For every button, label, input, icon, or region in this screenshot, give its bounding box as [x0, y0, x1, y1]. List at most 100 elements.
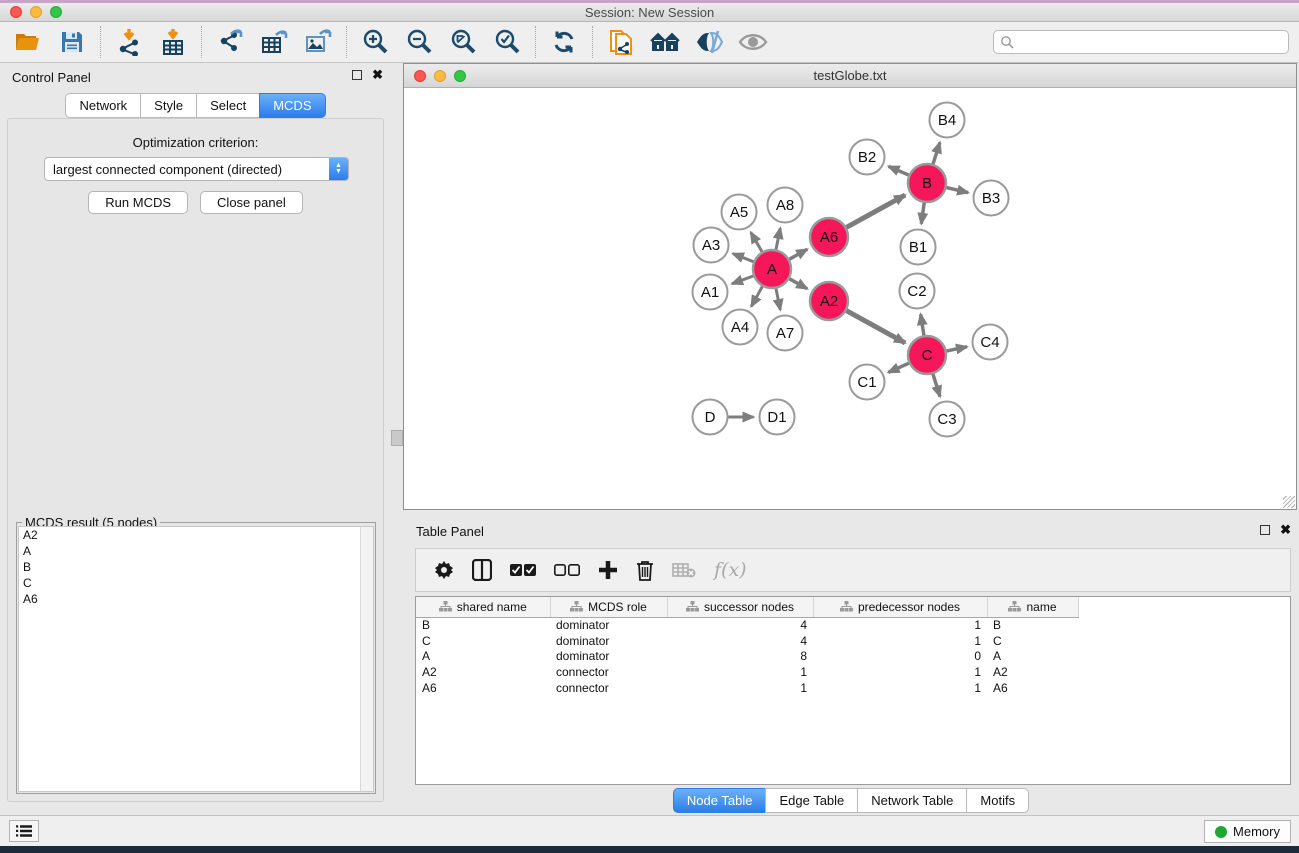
table-close-panel-icon[interactable]: ✖	[1280, 525, 1291, 535]
column-header-predecessor-nodes[interactable]: predecessor nodes	[813, 597, 987, 617]
node-B[interactable]: B	[908, 164, 946, 202]
close-panel-icon[interactable]: ✖	[372, 70, 383, 80]
node-C3[interactable]: C3	[930, 402, 965, 437]
optimization-criterion-select[interactable]: largest connected component (directed) ▲…	[44, 157, 349, 181]
run-mcds-button[interactable]: Run MCDS	[88, 191, 188, 214]
node-B4[interactable]: B4	[930, 103, 965, 138]
search-box[interactable]	[993, 30, 1289, 54]
delete-table-icon[interactable]	[672, 562, 696, 578]
node-A4[interactable]: A4	[723, 310, 758, 345]
import-table-icon[interactable]	[155, 25, 191, 59]
table-row[interactable]: Bdominator41B	[416, 617, 1078, 633]
deselect-all-columns-icon[interactable]	[554, 563, 580, 577]
edge-C-C1[interactable]	[888, 363, 909, 373]
mcds-result-item[interactable]: B	[19, 559, 373, 575]
node-B2[interactable]: B2	[850, 140, 885, 175]
zoom-selected-icon[interactable]	[489, 25, 525, 59]
edge-C-C4[interactable]	[946, 347, 967, 351]
close-panel-button[interactable]: Close panel	[200, 191, 303, 214]
edge-A-A1[interactable]	[732, 276, 754, 284]
tab-motifs[interactable]: Motifs	[966, 788, 1029, 813]
table-row[interactable]: Adominator80A	[416, 648, 1078, 664]
new-network-from-file-icon[interactable]	[603, 25, 639, 59]
import-network-icon[interactable]	[111, 25, 147, 59]
export-image-icon[interactable]	[300, 25, 336, 59]
node-A[interactable]: A	[753, 250, 791, 288]
zoom-in-icon[interactable]	[357, 25, 393, 59]
edge-A2-C[interactable]	[846, 310, 905, 343]
network-canvas[interactable]: B4 B2 B B3 A8 A5 A6 A3 B1 A A1 C2 A2 A4 A7 C4 C C1 D D1 C3	[404, 88, 1296, 509]
search-input[interactable]	[1015, 32, 1288, 52]
edge-A-A8[interactable]	[776, 228, 781, 250]
mcds-list-scrollbar[interactable]	[360, 527, 373, 791]
column-header-shared-name[interactable]: shared name	[416, 597, 550, 617]
task-history-button[interactable]	[9, 820, 39, 842]
select-all-columns-icon[interactable]	[510, 563, 536, 577]
tab-edge-table[interactable]: Edge Table	[765, 788, 857, 813]
network-window-titlebar[interactable]: testGlobe.txt	[404, 64, 1296, 88]
hide-details-icon[interactable]	[691, 25, 727, 59]
node-D[interactable]: D	[693, 400, 728, 435]
tab-network-table[interactable]: Network Table	[857, 788, 966, 813]
edge-A-A3[interactable]	[733, 254, 754, 262]
column-header-successor-nodes[interactable]: successor nodes	[667, 597, 813, 617]
node-A8[interactable]: A8	[768, 188, 803, 223]
node-B1[interactable]: B1	[901, 230, 936, 265]
edge-A-A5[interactable]	[751, 232, 763, 252]
memory-button[interactable]: Memory	[1204, 820, 1291, 843]
column-header-name[interactable]: name	[987, 597, 1078, 617]
table-row[interactable]: A2connector11A2	[416, 664, 1078, 680]
column-header-MCDS-role[interactable]: MCDS role	[550, 597, 667, 617]
mcds-result-item[interactable]: A	[19, 543, 373, 559]
refresh-icon[interactable]	[546, 25, 582, 59]
settings-gear-icon[interactable]	[434, 560, 454, 580]
zoom-fit-icon[interactable]	[445, 25, 481, 59]
edge-A6-B[interactable]	[846, 195, 905, 228]
node-C4[interactable]: C4	[973, 325, 1008, 360]
edge-B-B1[interactable]	[921, 202, 924, 224]
window-resize-grip[interactable]	[1283, 496, 1295, 508]
app-titlebar[interactable]: Session: New Session	[0, 3, 1299, 22]
node-B3[interactable]: B3	[974, 181, 1009, 216]
edge-B-B4[interactable]	[933, 142, 940, 164]
open-file-icon[interactable]	[10, 25, 46, 59]
node-A6[interactable]: A6	[810, 218, 848, 256]
float-panel-icon[interactable]	[352, 70, 362, 80]
show-details-icon[interactable]	[735, 25, 771, 59]
panel-divider-handle[interactable]	[391, 430, 403, 446]
edge-B-B2[interactable]	[889, 166, 910, 175]
node-C2[interactable]: C2	[900, 274, 935, 309]
edge-A-A7[interactable]	[776, 288, 781, 310]
table-row[interactable]: Cdominator41C	[416, 633, 1078, 649]
node-C1[interactable]: C1	[850, 365, 885, 400]
node-table[interactable]: shared nameMCDS rolesuccessor nodesprede…	[415, 596, 1291, 785]
node-A7[interactable]: A7	[768, 316, 803, 351]
node-D1[interactable]: D1	[760, 400, 795, 435]
delete-column-icon[interactable]	[636, 560, 654, 581]
edge-A-A6[interactable]	[789, 249, 808, 259]
mcds-result-item[interactable]: A2	[19, 527, 373, 543]
edge-C-C2[interactable]	[921, 314, 924, 336]
node-A5[interactable]: A5	[722, 195, 757, 230]
node-A1[interactable]: A1	[693, 275, 728, 310]
edge-A-A2[interactable]	[789, 278, 808, 288]
table-float-panel-icon[interactable]	[1260, 525, 1270, 535]
tab-mcds[interactable]: MCDS	[259, 93, 325, 118]
mcds-result-item[interactable]: A6	[19, 591, 373, 607]
save-session-icon[interactable]	[54, 25, 90, 59]
export-network-icon[interactable]	[212, 25, 248, 59]
tab-select[interactable]: Select	[196, 93, 259, 118]
show-all-networks-icon[interactable]	[647, 25, 683, 59]
tab-style[interactable]: Style	[140, 93, 196, 118]
add-column-icon[interactable]	[598, 560, 618, 580]
node-A2[interactable]: A2	[810, 282, 848, 320]
zoom-out-icon[interactable]	[401, 25, 437, 59]
mcds-result-item[interactable]: C	[19, 575, 373, 591]
edge-A-A4[interactable]	[751, 286, 762, 307]
column-visibility-icon[interactable]	[472, 559, 492, 581]
node-C[interactable]: C	[908, 336, 946, 374]
mcds-result-list[interactable]: A2ABCA6	[18, 526, 374, 792]
edge-B-B3[interactable]	[945, 187, 968, 192]
tab-network[interactable]: Network	[65, 93, 140, 118]
node-A3[interactable]: A3	[694, 228, 729, 263]
